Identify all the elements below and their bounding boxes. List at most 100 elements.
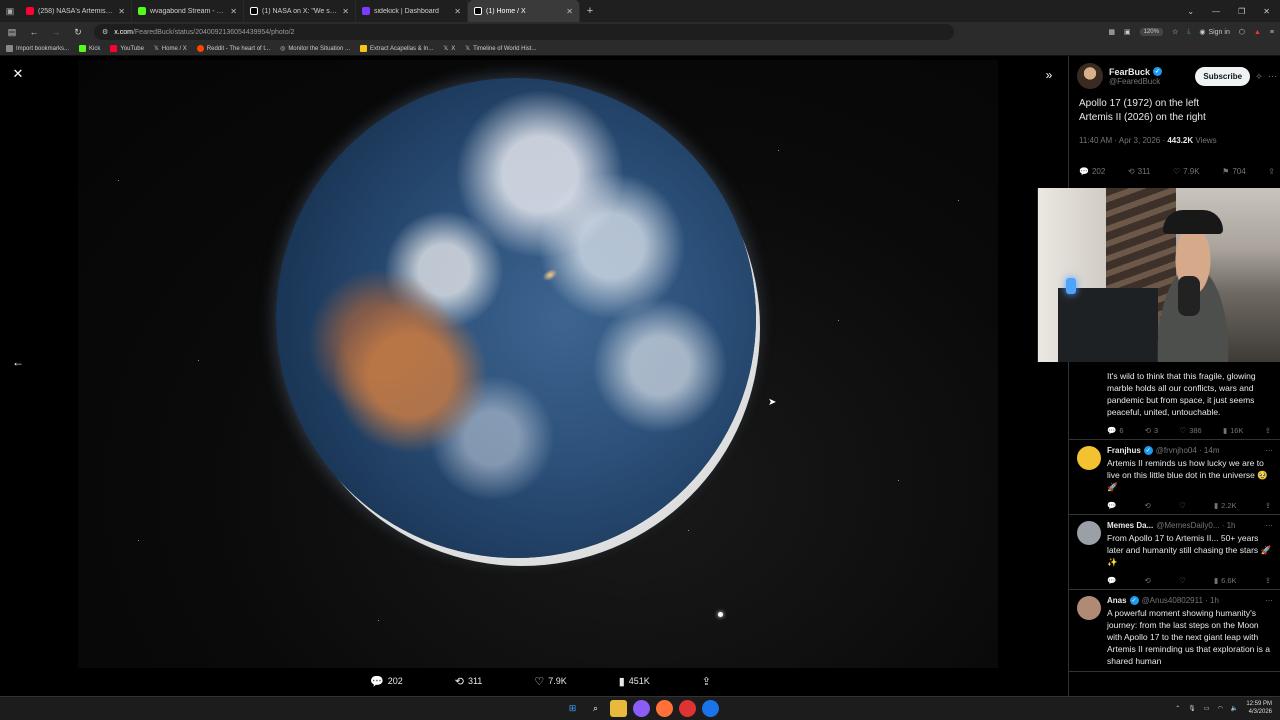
reply-avatar[interactable] bbox=[1077, 521, 1101, 545]
sidebar-toggle-icon[interactable]: ▤ bbox=[6, 27, 18, 38]
repost-button[interactable]: ⟲ 311 bbox=[1128, 167, 1150, 176]
bookmark-x[interactable]: 𝕏X bbox=[443, 45, 455, 53]
views-button[interactable]: ▮ 16K bbox=[1223, 426, 1244, 435]
like-button[interactable]: ♡ bbox=[1179, 501, 1186, 510]
reply-item[interactable]: It's wild to think that this fragile, gl… bbox=[1069, 362, 1280, 440]
collapse-panel-icon[interactable]: » bbox=[1040, 66, 1058, 84]
reply-author-name[interactable]: Anas bbox=[1107, 596, 1127, 605]
menu-icon[interactable]: ≡ bbox=[1270, 29, 1274, 36]
share-button[interactable]: ⇪ bbox=[702, 675, 711, 688]
views-button[interactable]: ▮ 2.2K bbox=[1214, 501, 1237, 510]
close-tab-icon[interactable]: ✕ bbox=[118, 7, 125, 16]
author-avatar[interactable] bbox=[1077, 63, 1103, 89]
obs-icon[interactable] bbox=[679, 700, 696, 717]
more-options-icon[interactable]: ⋯ bbox=[1265, 596, 1273, 605]
reply-avatar[interactable] bbox=[1077, 446, 1101, 470]
file-explorer-icon[interactable] bbox=[610, 700, 627, 717]
repost-button[interactable]: ⟲ 3 bbox=[1145, 426, 1158, 435]
windows-start-icon[interactable]: ⊞ bbox=[564, 700, 581, 717]
signin-button[interactable]: ◉ Sign in bbox=[1199, 28, 1230, 37]
restore-icon[interactable]: ❐ bbox=[1238, 7, 1245, 16]
bookmark-acapellas[interactable]: Extract Acapellas & In... bbox=[360, 45, 433, 52]
reply-author-name[interactable]: Memes Da... bbox=[1107, 521, 1153, 530]
reply-item[interactable]: Anas ✓ @Anus40802911 · 1h ⋯ A powerful mome… bbox=[1069, 590, 1280, 672]
author-handle[interactable]: @FearedBuck bbox=[1109, 77, 1162, 86]
views-button[interactable]: ▮ 451K bbox=[619, 675, 650, 688]
url-field[interactable]: ⚙ x.com/FearedBuck/status/20400921360544… bbox=[94, 24, 954, 40]
reply-handle[interactable]: @MemesDaily0... · 1h bbox=[1156, 521, 1235, 530]
share-button[interactable]: ⇪ bbox=[1265, 576, 1271, 585]
repost-button[interactable]: ⟲ 311 bbox=[455, 675, 483, 688]
share-button[interactable]: ⇪ bbox=[1268, 167, 1275, 176]
share-button[interactable]: ⇪ bbox=[1265, 501, 1271, 510]
discord-icon[interactable] bbox=[633, 700, 650, 717]
post-time[interactable]: 11:40 AM · Apr 3, 2026 · bbox=[1079, 136, 1165, 145]
minimize-icon[interactable]: — bbox=[1212, 7, 1220, 16]
reply-button[interactable]: 💬 202 bbox=[370, 675, 403, 688]
like-button[interactable]: ♡ 386 bbox=[1179, 426, 1201, 435]
close-viewer-icon[interactable]: ✕ bbox=[10, 66, 26, 82]
volume-icon[interactable]: 🔈 bbox=[1231, 705, 1238, 712]
reply-button[interactable]: 💬 bbox=[1107, 501, 1116, 510]
bookmark-kick[interactable]: Kick bbox=[79, 45, 100, 52]
reply-item[interactable]: Franjhus ✓ @frvnjho04 · 14m ⋯ Artemis II re… bbox=[1069, 440, 1280, 515]
close-tab-icon[interactable]: ✕ bbox=[454, 7, 461, 16]
reply-item[interactable]: Memes Da... @MemesDaily0... · 1h ⋯ From Ap… bbox=[1069, 515, 1280, 590]
new-tab-plus-icon[interactable]: + bbox=[580, 5, 600, 17]
like-button[interactable]: ♡ 7.9K bbox=[1173, 167, 1200, 176]
reply-avatar[interactable] bbox=[1077, 596, 1101, 620]
close-tab-icon[interactable]: ✕ bbox=[342, 7, 349, 16]
grok-icon[interactable]: ⟡ bbox=[1256, 71, 1262, 82]
tab-nasa-x[interactable]: (1) NASA on X: "We see our ho ✕ bbox=[244, 0, 356, 22]
tab-kick-stream[interactable]: wvagabond Stream - Watch Liv ✕ bbox=[132, 0, 244, 22]
edge-icon[interactable] bbox=[702, 700, 719, 717]
clock[interactable]: 12:59 PM 4/3/2026 bbox=[1246, 700, 1272, 716]
views-button[interactable]: ▮ 6.6K bbox=[1214, 576, 1237, 585]
close-tab-icon[interactable]: ✕ bbox=[230, 7, 237, 16]
close-tab-icon[interactable]: ✕ bbox=[566, 7, 573, 16]
forward-arrow-icon[interactable]: → bbox=[50, 27, 62, 37]
extension-badge-icon[interactable]: ▲ bbox=[1254, 29, 1261, 36]
close-window-icon[interactable]: ✕ bbox=[1263, 7, 1270, 16]
wifi-icon[interactable]: ◠ bbox=[1218, 705, 1223, 712]
screenshot-icon[interactable]: ▣ bbox=[1124, 28, 1131, 36]
bookmark-star-icon[interactable]: ☆ bbox=[1172, 28, 1178, 36]
author-name[interactable]: FearBuck bbox=[1109, 67, 1150, 77]
bookmark-home-x[interactable]: 𝕏 Home / X bbox=[154, 45, 187, 53]
network-icon[interactable]: ▭ bbox=[1204, 705, 1210, 712]
reply-author-name[interactable]: Franjhus bbox=[1107, 446, 1141, 455]
more-options-icon[interactable]: ⋯ bbox=[1265, 446, 1273, 455]
like-button[interactable]: ♡ 7.9K bbox=[534, 675, 566, 688]
site-info-icon[interactable]: ⚙ bbox=[102, 28, 108, 36]
reply-button[interactable]: 💬 bbox=[1107, 576, 1116, 585]
extensions-icon[interactable]: ⬡ bbox=[1239, 28, 1245, 36]
bookmark-youtube[interactable]: YouTube bbox=[110, 45, 144, 52]
reload-icon[interactable]: ↻ bbox=[72, 27, 84, 38]
tab-nasa-live[interactable]: (258) NASA's Artemis II Live Mi ✕ bbox=[20, 0, 132, 22]
subscribe-button[interactable]: Subscribe bbox=[1195, 66, 1251, 86]
bookmark-button[interactable]: ⚑ 704 bbox=[1222, 167, 1246, 176]
reply-button[interactable]: 💬 202 bbox=[1079, 167, 1105, 176]
back-arrow-icon[interactable]: ← bbox=[28, 27, 40, 37]
reply-handle[interactable]: @Anus40802911 · 1h bbox=[1142, 596, 1219, 605]
search-icon[interactable]: ⌕ bbox=[587, 700, 604, 717]
reply-button[interactable]: 💬 6 bbox=[1107, 426, 1124, 435]
tab-home-x[interactable]: (1) Home / X ✕ bbox=[468, 0, 580, 22]
more-options-icon[interactable]: ⋯ bbox=[1265, 521, 1273, 530]
tab-list-chevron-icon[interactable]: ⌄ bbox=[1187, 7, 1194, 16]
repost-button[interactable]: ⟲ bbox=[1145, 576, 1151, 585]
bookmark-reddit[interactable]: Reddit - The heart of t... bbox=[196, 45, 270, 52]
mic-icon[interactable]: 🎙 bbox=[1188, 705, 1196, 712]
download-icon[interactable]: ⤓ bbox=[1187, 28, 1190, 36]
zoom-level[interactable]: 120% bbox=[1139, 28, 1163, 36]
reply-handle[interactable]: @frvnjho04 · 14m bbox=[1156, 446, 1220, 455]
tab-actions-icon[interactable]: ▣ bbox=[0, 0, 20, 22]
tab-sidekick[interactable]: sidekick | Dashboard ✕ bbox=[356, 0, 468, 22]
repost-button[interactable]: ⟲ bbox=[1145, 501, 1151, 510]
like-button[interactable]: ♡ bbox=[1179, 576, 1186, 585]
tray-chevron-icon[interactable]: ⌃ bbox=[1175, 705, 1180, 712]
bookmark-timeline[interactable]: 𝕏 Timeline of World Hist... bbox=[465, 45, 536, 53]
reader-view-icon[interactable]: ▦ bbox=[1108, 28, 1115, 36]
more-options-icon[interactable]: ⋯ bbox=[1268, 71, 1277, 82]
previous-photo-arrow-icon[interactable]: ← bbox=[10, 354, 26, 370]
